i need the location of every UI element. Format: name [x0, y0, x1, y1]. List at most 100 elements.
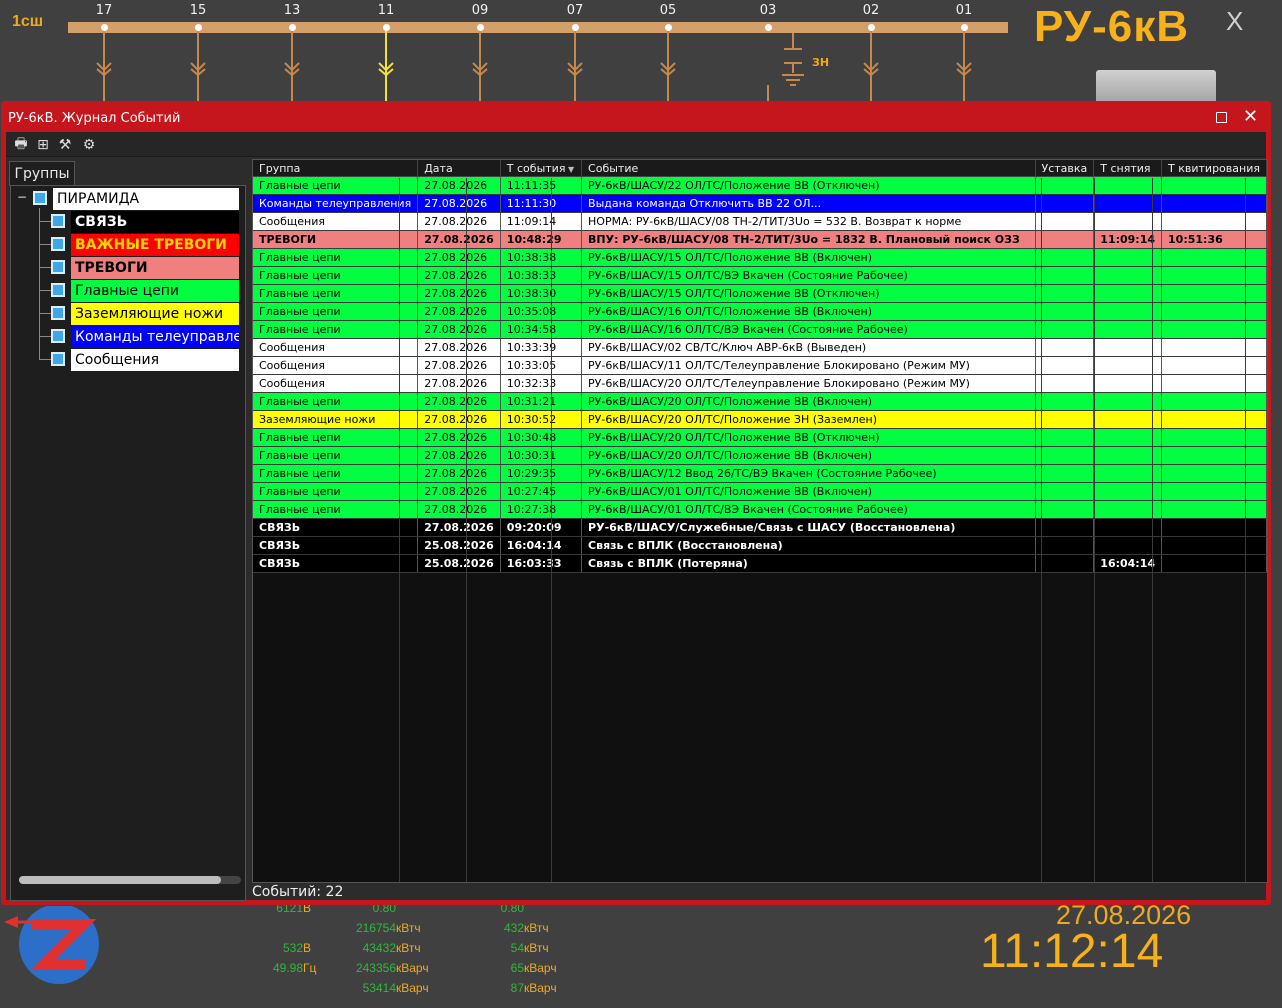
table-row[interactable]: Главные цепи 27.08.2026 10:31:21 РУ-6кВ/ШАС…	[253, 392, 1267, 411]
print-icon[interactable]: 🖶	[12, 136, 30, 154]
tools-icon[interactable]: ⚒	[56, 136, 74, 154]
table-cell: 27.08.2026	[417, 392, 501, 411]
tree-group-item[interactable]: Главные цепи	[71, 280, 239, 302]
table-cell: Главные цепи	[253, 176, 419, 195]
table-row[interactable]: Главные цепи 27.08.2026 10:30:31 РУ-6кВ/ШАС…	[253, 446, 1267, 465]
tree-hscrollbar[interactable]	[19, 876, 241, 884]
tree-root[interactable]: ПИРАМИДА	[53, 188, 239, 210]
group-checkbox[interactable]	[51, 352, 65, 366]
tree-group-item[interactable]: Заземляющие ножи	[71, 303, 239, 325]
table-cell	[1161, 392, 1267, 411]
table-row[interactable]: Сообщения 27.08.2026 10:32:33 РУ-6кВ/ШАСУ/2…	[253, 374, 1267, 393]
column-header[interactable]: Событие	[581, 160, 1036, 177]
tree-group-item[interactable]: СВЯЗЬ	[71, 211, 239, 233]
tree-view-icon[interactable]: ⊞	[34, 136, 52, 154]
feeder-number: 13	[283, 3, 301, 18]
table-row[interactable]: Главные цепи 27.08.2026 11:11:35 РУ-6кВ/ШАС…	[253, 176, 1267, 195]
group-checkbox[interactable]	[51, 260, 65, 274]
table-row[interactable]: Главные цепи 27.08.2026 10:34:58 РУ-6кВ/ШАС…	[253, 320, 1267, 339]
table-cell	[1161, 266, 1267, 285]
tree-group-item[interactable]: ТРЕВОГИ	[71, 257, 239, 279]
column-header[interactable]: Уставка	[1035, 160, 1095, 177]
table-cell: РУ-6кВ/ШАСУ/16 ОЛ/ТС/Положение ВВ (Включ…	[581, 302, 1036, 321]
group-checkbox[interactable]	[51, 214, 65, 228]
table-cell: НОРМА: РУ-6кВ/ШАСУ/08 ТН-2/ТИТ/3Uo = 532…	[581, 212, 1036, 231]
table-row[interactable]: СВЯЗЬ 25.08.2026 16:04:14 Связь с ВПЛК (Вос…	[253, 536, 1267, 555]
table-row[interactable]: Главные цепи 27.08.2026 10:29:35 РУ-6кВ/ШАС…	[253, 464, 1267, 483]
table-row[interactable]: Команды телеуправления 27.08.2026 11:11:30…	[253, 194, 1267, 213]
table-row[interactable]: Главные цепи 27.08.2026 10:27:45 РУ-6кВ/ШАС…	[253, 482, 1267, 501]
table-cell: 27.08.2026	[417, 428, 501, 447]
group-checkbox[interactable]	[51, 329, 65, 343]
table-cell	[1161, 518, 1267, 537]
table-row[interactable]: Главные цепи 27.08.2026 10:38:30 РУ-6кВ/ШАС…	[253, 284, 1267, 303]
switch-chevron-icon[interactable]	[378, 62, 394, 76]
feeder-node	[665, 24, 672, 31]
scrollbar-thumb[interactable]	[19, 876, 221, 884]
feeder-line[interactable]	[767, 85, 769, 101]
switch-chevron-icon[interactable]	[660, 62, 676, 76]
table-row[interactable]: Главные цепи 27.08.2026 10:38:33 РУ-6кВ/ШАС…	[253, 266, 1267, 285]
collapse-toggle-icon[interactable]: −	[17, 190, 27, 204]
settings-icon[interactable]: ⚙	[80, 136, 98, 154]
group-checkbox[interactable]	[51, 283, 65, 297]
table-cell	[1035, 554, 1095, 573]
table-cell: 16:04:14	[500, 536, 583, 555]
measurement-unit: кВтч	[524, 941, 549, 955]
table-row[interactable]: Главные цепи 27.08.2026 10:27:38 РУ-6кВ/ШАС…	[253, 500, 1267, 519]
column-header[interactable]: Т квитирования	[1161, 160, 1267, 177]
switch-chevron-icon[interactable]	[863, 62, 879, 76]
group-checkbox[interactable]	[51, 306, 65, 320]
switch-chevron-icon[interactable]	[284, 62, 300, 76]
measurement: 54кВтч	[488, 941, 549, 955]
column-header[interactable]: Т события ▼	[500, 160, 583, 177]
switch-chevron-icon[interactable]	[190, 62, 206, 76]
table-cell: 10:30:52	[500, 410, 583, 429]
table-cell: 10:33:05	[500, 356, 583, 375]
switch-chevron-icon[interactable]	[472, 62, 488, 76]
table-cell: 10:30:31	[500, 446, 583, 465]
maximize-button[interactable]	[1216, 112, 1227, 123]
table-row[interactable]: СВЯЗЬ 27.08.2026 09:20:09 РУ-6кВ/ШАСУ/Служе…	[253, 518, 1267, 537]
table-cell: РУ-6кВ/ШАСУ/02 СВ/ТС/Ключ АВР-6кВ (Вывед…	[581, 338, 1036, 357]
switch-chevron-icon[interactable]	[956, 62, 972, 76]
table-cell	[1161, 176, 1267, 195]
tree-group-item[interactable]: Сообщения	[71, 349, 239, 371]
table-cell: 27.08.2026	[417, 176, 501, 195]
tab-groups[interactable]: Группы	[9, 161, 75, 186]
group-checkbox[interactable]	[51, 237, 65, 251]
table-row[interactable]: Главные цепи 27.08.2026 10:30:48 РУ-6кВ/ШАС…	[253, 428, 1267, 447]
table-row[interactable]: ТРЕВОГИ 27.08.2026 10:48:29 ВПУ: РУ-6кВ/ШАС…	[253, 230, 1267, 249]
column-header[interactable]: Дата	[417, 160, 501, 177]
earthing-switch-icon[interactable]	[780, 33, 810, 93]
table-cell: 27.08.2026	[417, 482, 501, 501]
column-header[interactable]: Группа	[253, 160, 419, 177]
table-cell: 27.08.2026	[417, 500, 501, 519]
sort-desc-icon[interactable]: ▼	[565, 165, 574, 174]
close-scheme-button[interactable]: X	[1226, 6, 1243, 37]
table-cell: Главные цепи	[253, 248, 419, 267]
table-row[interactable]: Главные цепи 27.08.2026 10:38:38 РУ-6кВ/ШАС…	[253, 248, 1267, 267]
window-title: РУ-6кВ. Журнал Событий	[8, 111, 181, 126]
close-window-button[interactable]: ✕	[1243, 106, 1258, 127]
table-row[interactable]: Сообщения 27.08.2026 11:09:14 НОРМА: РУ-6кВ…	[253, 212, 1267, 231]
table-row[interactable]: Сообщения 27.08.2026 10:33:39 РУ-6кВ/ШАСУ/0…	[253, 338, 1267, 357]
table-cell	[1161, 554, 1267, 573]
table-cell: 27.08.2026	[417, 230, 501, 249]
table-row[interactable]: Заземляющие ножи 27.08.2026 10:30:52 РУ-6кВ…	[253, 410, 1267, 429]
table-row[interactable]: Сообщения 27.08.2026 10:33:05 РУ-6кВ/ШАСУ/1…	[253, 356, 1267, 375]
tree-group-item[interactable]: ВАЖНЫЕ ТРЕВОГИ	[71, 234, 239, 256]
root-checkbox[interactable]	[33, 191, 47, 205]
switch-chevron-icon[interactable]	[567, 62, 583, 76]
table-cell: 27.08.2026	[417, 194, 501, 213]
switch-chevron-icon[interactable]	[96, 62, 112, 76]
table-row[interactable]: Главные цепи 27.08.2026 10:35:08 РУ-6кВ/ШАС…	[253, 302, 1267, 321]
column-header[interactable]: Т снятия	[1093, 160, 1163, 177]
tree-group-item[interactable]: Команды телеуправлен	[71, 326, 239, 348]
feeder-number: 09	[471, 3, 489, 18]
table-cell	[1161, 248, 1267, 267]
table-cell: Главные цепи	[253, 482, 419, 501]
table-row[interactable]: СВЯЗЬ 25.08.2026 16:03:33 Связь с ВПЛК (Пот…	[253, 554, 1267, 573]
table-cell	[1035, 374, 1095, 393]
measurement-value: 53414	[362, 981, 396, 995]
